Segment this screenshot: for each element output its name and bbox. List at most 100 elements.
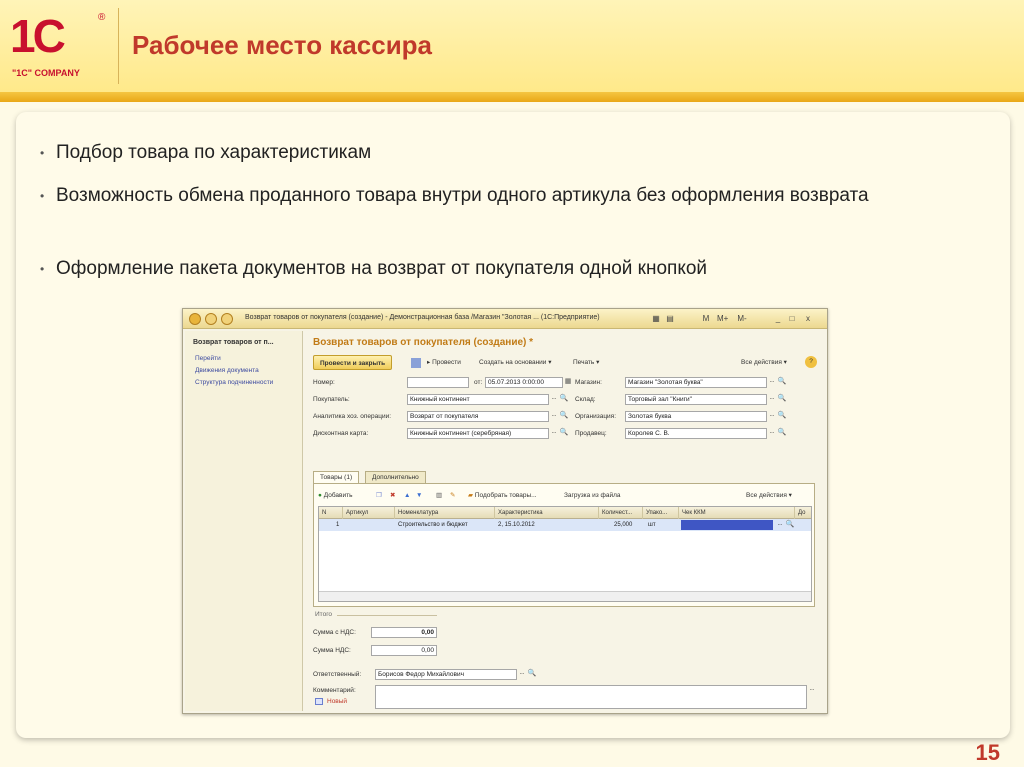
cell-article <box>343 519 395 531</box>
col-receipt[interactable]: Чек ККМ <box>679 507 795 519</box>
col-characteristic[interactable]: Характеристика <box>495 507 599 519</box>
store-select-button[interactable]: ... <box>767 377 777 388</box>
responsible-search-icon[interactable]: 🔍 <box>527 669 537 680</box>
tab-goods[interactable]: Товары (1) <box>313 471 360 483</box>
add-button[interactable]: ● Добавить <box>318 488 352 503</box>
warehouse-select-button[interactable]: ... <box>767 394 777 405</box>
store-search-icon[interactable]: 🔍 <box>777 377 787 388</box>
header-band <box>0 92 1024 102</box>
col-quantity[interactable]: Количест... <box>599 507 643 519</box>
customer-select-button[interactable]: ... <box>549 394 559 405</box>
back-icon[interactable] <box>205 313 217 325</box>
seller-select-button[interactable]: ... <box>767 428 777 439</box>
organization-field[interactable]: Золотая буква <box>625 411 767 422</box>
pick-goods-label: Подобрать товары... <box>474 492 537 499</box>
date-field[interactable]: 05.07.2013 0:00:00 <box>485 377 563 388</box>
favorites-icon[interactable] <box>221 313 233 325</box>
analytics-field[interactable]: Возврат от покупателя <box>407 411 549 422</box>
table-row[interactable]: 1 Строительство и бюджет 2, 15.10.2012 2… <box>319 519 811 531</box>
load-from-file-button[interactable]: Загрузка из файла <box>564 488 621 503</box>
app-menu-icon[interactable] <box>189 313 201 325</box>
print-button[interactable]: Печать ▾ <box>573 355 599 370</box>
seller-search-icon[interactable]: 🔍 <box>777 428 787 439</box>
logo-text: "1C" COMPANY <box>12 68 80 78</box>
memory-plus-icon[interactable]: M+ <box>717 314 728 324</box>
bullet-text: Возможность обмена проданного товара вну… <box>56 185 869 206</box>
warehouse-label: Склад: <box>575 396 596 403</box>
pick-goods-button[interactable]: ▰ Подобрать товары... <box>468 488 537 503</box>
bullet-dot: • <box>40 189 45 203</box>
help-icon[interactable]: ? <box>805 356 817 368</box>
cell-characteristic: 2, 15.10.2012 <box>498 522 535 528</box>
document-form: Возврат товаров от покупателя (создание)… <box>307 331 825 711</box>
customer-field[interactable]: Книжный континент <box>407 394 549 405</box>
post-button[interactable]: ▸ Провести <box>427 355 461 370</box>
move-up-icon[interactable]: ▲ <box>404 488 410 503</box>
all-actions-button[interactable]: Все действия ▾ <box>741 355 787 370</box>
barcode-icon[interactable]: ▥ <box>436 488 442 503</box>
organization-select-button[interactable]: ... <box>767 411 777 422</box>
totals-title: Итого <box>315 611 333 618</box>
app-window: Возврат товаров от покупателя (создание)… <box>182 308 828 714</box>
seller-field[interactable]: Королев С. В. <box>625 428 767 439</box>
seller-label: Продавец: <box>575 430 607 437</box>
store-field[interactable]: Магазин "Золотая буква" <box>625 377 767 388</box>
delete-icon[interactable]: ✖ <box>390 488 395 503</box>
page-number: 15 <box>975 740 1000 765</box>
copy-icon[interactable]: ❐ <box>376 488 382 503</box>
document-title: Возврат товаров от покупателя (создание)… <box>313 337 534 348</box>
organization-search-icon[interactable]: 🔍 <box>777 411 787 422</box>
calendar-picker-icon[interactable]: ▦ <box>563 377 573 388</box>
receipt-select-button[interactable]: ... <box>775 520 785 531</box>
receipt-search-icon[interactable]: 🔍 <box>785 520 795 531</box>
bullet-text: Оформление пакета документов на возврат … <box>56 258 708 279</box>
discount-card-search-icon[interactable]: 🔍 <box>559 428 569 439</box>
customer-search-icon[interactable]: 🔍 <box>559 394 569 405</box>
status-note: Новый <box>327 698 348 705</box>
warehouse-field[interactable]: Торговый зал "Книги" <box>625 394 767 405</box>
calendar-icon[interactable]: ▦ <box>651 314 661 324</box>
number-field[interactable] <box>407 377 469 388</box>
logo-divider <box>118 8 119 84</box>
memory-minus-icon[interactable]: M- <box>737 314 747 324</box>
nav-item-structure[interactable]: Структура подчиненности <box>195 377 295 389</box>
analytics-search-icon[interactable]: 🔍 <box>559 411 569 422</box>
cell-receipt-editor[interactable] <box>681 520 773 530</box>
bullet-item: • Подбор товара по характеристикам <box>40 140 986 166</box>
tab-additional[interactable]: Дополнительно <box>365 471 426 483</box>
nav-item-movements[interactable]: Движения документа <box>195 365 295 377</box>
nav-item-go[interactable]: Перейти <box>195 353 295 365</box>
customer-label: Покупатель: <box>313 396 350 403</box>
minimize-icon[interactable]: _ <box>773 314 783 324</box>
responsible-field[interactable]: Борисов Федор Михайлович <box>375 669 517 680</box>
bullet-dot: • <box>40 146 45 160</box>
warehouse-search-icon[interactable]: 🔍 <box>777 394 787 405</box>
horizontal-scrollbar[interactable] <box>319 591 811 601</box>
bullet-text: Подбор товара по характеристикам <box>56 142 372 163</box>
window-title: Возврат товаров от покупателя (создание)… <box>245 314 600 321</box>
move-down-icon[interactable]: ▼ <box>416 488 422 503</box>
post-and-close-button[interactable]: Провести и закрыть <box>313 355 393 370</box>
col-article[interactable]: Артикул <box>343 507 395 519</box>
discount-card-label: Дисконтная карта: <box>313 430 369 437</box>
organization-label: Организация: <box>575 413 617 420</box>
command-bar: Провести и закрыть ▸ Провести Создать на… <box>311 355 819 371</box>
col-n[interactable]: N <box>319 507 343 519</box>
save-icon[interactable] <box>411 358 421 368</box>
grid-all-actions-button[interactable]: Все действия ▾ <box>746 488 792 503</box>
col-package[interactable]: Упако... <box>643 507 679 519</box>
analytics-select-button[interactable]: ... <box>549 411 559 422</box>
comment-edit-button[interactable]: ... <box>807 685 817 696</box>
col-more[interactable]: До <box>795 507 811 519</box>
maximize-icon[interactable]: □ <box>787 314 797 324</box>
responsible-select-button[interactable]: ... <box>517 669 527 680</box>
create-based-button[interactable]: Создать на основании ▾ <box>479 355 552 370</box>
close-icon[interactable]: x <box>803 314 813 324</box>
discount-card-field[interactable]: Книжный континент (серебряная) <box>407 428 549 439</box>
memory-icon[interactable]: M <box>701 314 711 324</box>
calc-icon[interactable]: ▤ <box>665 314 675 324</box>
col-nomenclature[interactable]: Номенклатура <box>395 507 495 519</box>
discount-card-select-button[interactable]: ... <box>549 428 559 439</box>
edit-icon[interactable]: ✎ <box>450 488 455 503</box>
comment-field[interactable] <box>375 685 807 709</box>
